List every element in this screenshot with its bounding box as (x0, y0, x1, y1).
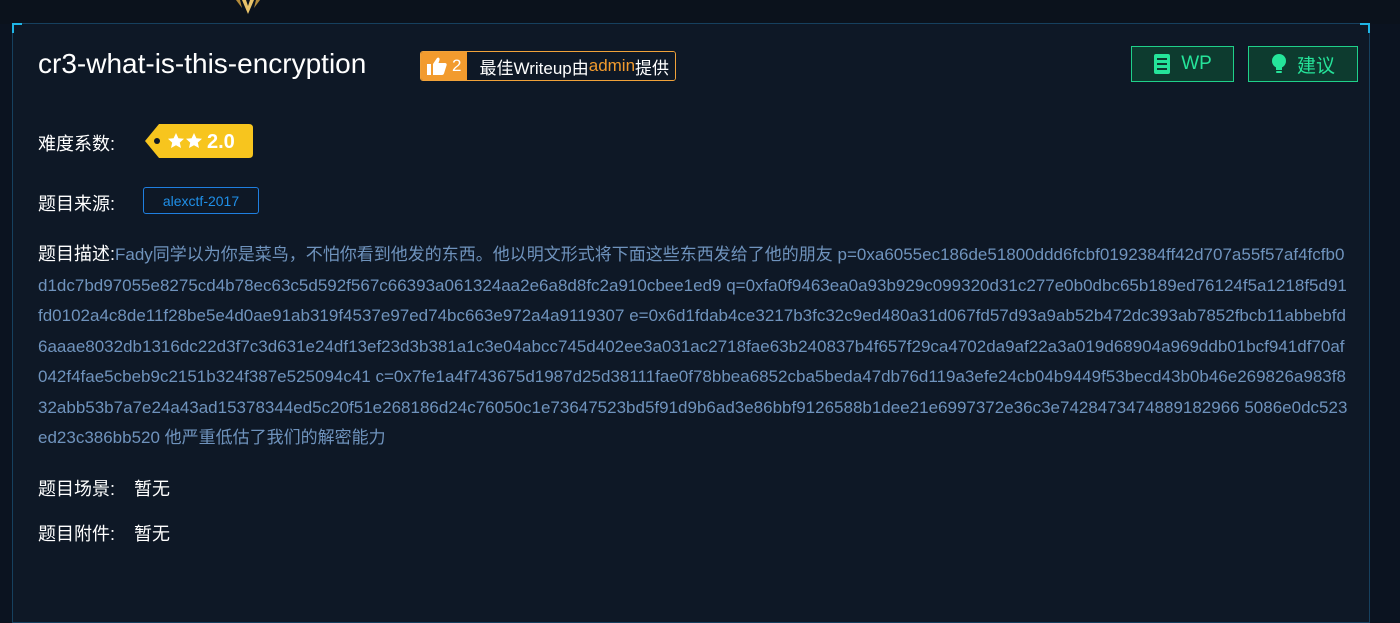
suggest-button-label: 建议 (1296, 55, 1335, 77)
document-icon (1154, 54, 1171, 74)
corner-decoration (1360, 23, 1370, 33)
difficulty-label: 难度系数: (38, 134, 116, 154)
writeup-text-before: 最佳Writeup由 (479, 58, 589, 78)
source-tag[interactable]: alexctf-2017 (143, 187, 259, 214)
lightbulb-icon (1271, 54, 1286, 73)
difficulty-badge: 2.0 (145, 124, 253, 158)
source-label: 题目来源: (38, 194, 116, 214)
suggest-button[interactable]: 建议 (1248, 46, 1358, 82)
corner-decoration (12, 23, 22, 33)
wp-button-label: WP (1181, 53, 1212, 74)
scene-label: 题目场景: (38, 479, 116, 499)
attachment-label: 题目附件: (38, 524, 116, 544)
best-writeup-badge[interactable]: 2 最佳Writeup由 admin 提供 (420, 51, 677, 81)
description-label: 题目描述: (38, 244, 116, 264)
attachment-row: 题目附件: 暂无 (38, 520, 170, 546)
attachment-value: 暂无 (134, 524, 171, 544)
wp-button[interactable]: WP (1131, 46, 1234, 82)
top-strip (0, 0, 1400, 24)
difficulty-value: 2.0 (207, 131, 235, 153)
challenge-panel: cr3-what-is-this-encryption 2 最佳Writeup由… (12, 23, 1370, 623)
difficulty-row: 难度系数: (38, 130, 115, 156)
writeup-count: 2 (452, 56, 462, 75)
writeup-like-count: 2 (421, 52, 468, 80)
scene-row: 题目场景: 暂无 (38, 475, 170, 501)
scene-value: 暂无 (134, 479, 171, 499)
description-text: Fady同学以为你是菜鸟，不怕你看到他发的东西。他以明文形式将下面这些东西发给了… (38, 245, 1348, 447)
writeup-text: 最佳Writeup由 admin 提供 (467, 52, 676, 80)
writeup-author[interactable]: admin (589, 56, 635, 76)
thumbs-up-icon (427, 57, 447, 75)
challenge-title: cr3-what-is-this-encryption (38, 48, 367, 79)
top-logo-icon (236, 0, 260, 14)
description: 题目描述:Fady同学以为你是菜鸟，不怕你看到他发的东西。他以明文形式将下面这些… (38, 239, 1350, 454)
writeup-text-after: 提供 (635, 58, 670, 78)
source-row: 题目来源: (38, 190, 115, 216)
